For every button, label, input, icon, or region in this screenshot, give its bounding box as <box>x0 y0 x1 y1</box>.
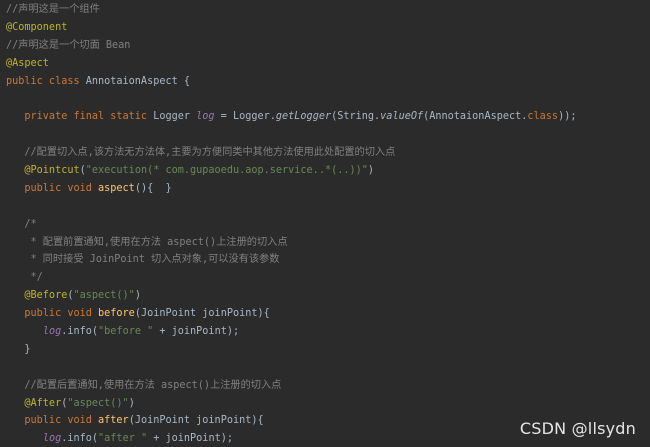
code-token-field: log <box>42 326 62 338</box>
code-token-keyword: public class <box>6 75 86 87</box>
code-token-plain: ) <box>134 290 141 302</box>
code-token-plain: + joinPoint); <box>153 326 240 338</box>
code-token-plain: } <box>6 343 31 355</box>
code-line: * 同时接受 JoinPoint 切入点对象,可以没有该参数 <box>6 251 646 269</box>
code-token-string: "after " <box>98 433 148 445</box>
code-line: */ <box>6 269 646 287</box>
code-token-field: log <box>42 433 62 445</box>
code-line: public void before(JoinPoint joinPoint){ <box>6 305 646 323</box>
code-token-string: "aspect()" <box>73 290 135 302</box>
code-token-keyword: public void <box>6 182 99 194</box>
code-token-comment: //配置后置通知,使用在方法 aspect()上注册的切入点 <box>6 379 282 391</box>
code-token-static-call: getLogger <box>275 111 332 123</box>
code-editor[interactable]: //声明这是一个组件 @Component //声明这是一个切面 Bean @Aspe… <box>0 0 650 447</box>
code-token-string: "aspect()" <box>67 397 129 409</box>
code-token-plain: = Logger. <box>214 111 276 123</box>
code-token-comment: //声明这是一个切面 Bean <box>6 39 131 51</box>
code-line: @After("aspect()") <box>6 395 646 413</box>
code-line: /* <box>6 216 646 234</box>
code-token-string: "before " <box>98 326 154 338</box>
code-line: * 配置前置通知,使用在方法 aspect()上注册的切入点 <box>6 234 646 252</box>
code-token-method: after <box>98 415 129 427</box>
code-token-plain: AnnotaionAspect { <box>85 75 191 87</box>
code-line: //配置切入点,该方法无方法体,主要为方便同类中其他方法使用此处配置的切入点 <box>6 144 646 162</box>
code-token-annotation: @Pointcut <box>6 165 80 177</box>
code-line: @Pointcut("execution(* com.gupaoedu.aop.… <box>6 162 646 180</box>
code-line: log.info("before " + joinPoint); <box>6 323 646 341</box>
code-area[interactable]: //声明这是一个组件 @Component //声明这是一个切面 Bean @Aspe… <box>6 1 646 447</box>
code-token-field: log <box>196 111 215 123</box>
watermark-text: CSDN @llsydn <box>519 419 636 438</box>
code-token-comment: /* <box>6 218 37 230</box>
code-token-plain: (AnnotaionAspect. <box>423 111 528 123</box>
code-token-method: before <box>98 308 135 320</box>
code-token-keyword: public void <box>6 415 99 427</box>
code-token-comment: */ <box>6 272 43 284</box>
code-token-keyword: class <box>527 111 559 123</box>
code-token-plain: ) <box>367 165 375 177</box>
code-token-annotation: @Component <box>6 21 68 33</box>
code-token-method: aspect <box>98 182 135 194</box>
code-token-static-call: valueOf <box>380 111 424 123</box>
code-token-plain: + joinPoint); <box>147 433 233 445</box>
code-token-plain: ) <box>128 397 135 409</box>
code-line: public void aspect(){ } <box>6 180 646 198</box>
code-token-string: "execution(* com.gupaoedu.aop.service..*… <box>85 165 368 177</box>
code-token-annotation: @Aspect <box>6 57 49 69</box>
code-token-plain: .info( <box>61 433 99 445</box>
code-line: //声明这是一个切面 Bean <box>6 37 646 55</box>
code-line: public class AnnotaionAspect { <box>6 73 646 91</box>
code-line: } <box>6 341 646 359</box>
code-token-annotation: @Before <box>6 290 68 302</box>
code-token-annotation: @After <box>6 397 62 409</box>
code-line: @Aspect <box>6 55 646 73</box>
code-token-keyword: private final static <box>6 111 154 123</box>
code-token-plain: )); <box>558 111 577 123</box>
code-line: //配置后置通知,使用在方法 aspect()上注册的切入点 <box>6 377 646 395</box>
code-token-comment: //配置切入点,该方法无方法体,主要为方便同类中其他方法使用此处配置的切入点 <box>6 147 396 159</box>
code-token-plain: Logger <box>153 111 197 123</box>
code-token-plain: .info( <box>61 326 99 338</box>
code-token-plain: (JoinPoint joinPoint){ <box>134 308 270 320</box>
code-token-plain: (JoinPoint joinPoint){ <box>128 415 264 427</box>
code-line: @Before("aspect()") <box>6 287 646 305</box>
code-token-keyword: public void <box>6 308 99 320</box>
code-token-plain: (String. <box>331 111 381 123</box>
code-line: //声明这是一个组件 <box>6 1 646 19</box>
code-line: private final static Logger log = Logger… <box>6 108 646 126</box>
code-token-comment: * 配置前置通知,使用在方法 aspect()上注册的切入点 <box>6 236 288 248</box>
code-line: @Component <box>6 19 646 37</box>
code-token-comment: //声明这是一个组件 <box>6 4 100 15</box>
code-token-plain: (){ } <box>134 182 172 194</box>
code-token-comment: * 同时接受 JoinPoint 切入点对象,可以没有该参数 <box>6 254 280 266</box>
